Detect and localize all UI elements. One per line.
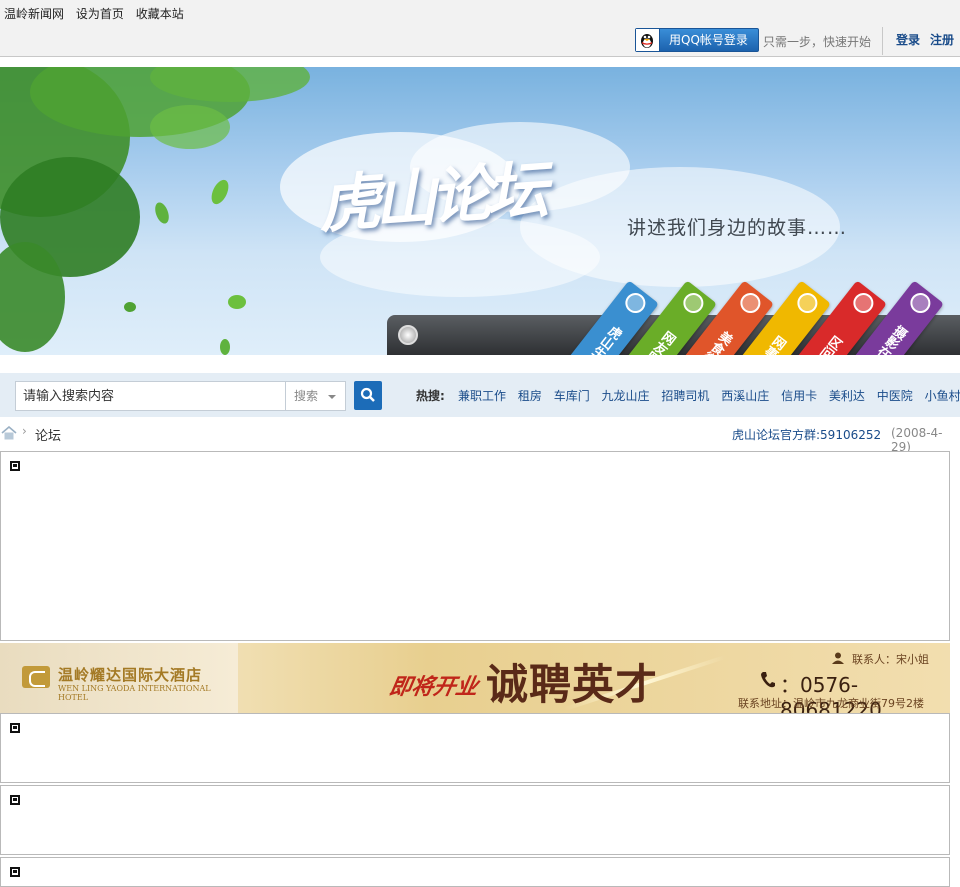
forum-banner: 虎山论坛 讲述我们身边的故事…… 虎山生活 网友圈 美食街 网事 区问 摄影在线 (0, 67, 960, 355)
group-date: (2008-4-29) (891, 426, 943, 454)
hot-search-item[interactable]: 招聘司机 (661, 389, 709, 403)
ad-contact: 联系人：宋小姐 (852, 653, 929, 666)
broken-image-icon (10, 723, 20, 733)
official-group-link[interactable]: 虎山论坛官方群:59106252 (732, 426, 881, 443)
ad-opening-soon: 即将开业 (387, 675, 480, 700)
breadcrumb-current: 论坛 (35, 429, 62, 444)
person-icon (832, 652, 844, 664)
no-sign-icon (736, 288, 765, 318)
link-set-homepage[interactable]: 设为首页 (76, 7, 124, 21)
hotel-name: 温岭耀达国际大酒店 (58, 666, 203, 684)
hotel-logo-icon (22, 666, 50, 688)
at-icon (849, 288, 878, 318)
top-bar: 温岭新闻网 设为首页 收藏本站 用QQ帐号登录 只需一步，快速开始 登录 注册 (0, 0, 960, 57)
login-link[interactable]: 登录 (896, 31, 920, 48)
hot-search-item[interactable]: 租房 (518, 389, 542, 403)
hot-search-item[interactable]: 中医院 (877, 389, 913, 403)
monitor-icon (621, 288, 650, 318)
top-links: 温岭新闻网 设为首页 收藏本站 (4, 5, 192, 22)
hot-search-item[interactable]: 小鱼村童装 (925, 389, 960, 403)
qq-penguin-icon (636, 29, 660, 51)
dock-knob-icon (398, 325, 418, 345)
breadcrumb-separator-icon: › (22, 424, 27, 438)
dollar-icon (793, 288, 822, 318)
hotel-logo-block: 温岭耀达国际大酒店 WEN LING YAODA INTERNATIONAL H… (0, 643, 238, 713)
hot-search-item[interactable]: 美利达 (829, 389, 865, 403)
search-row: 请输入搜索内容 搜索 热搜: 兼职工作 租房 车库门 九龙山庄 招聘司机 西溪山… (0, 373, 960, 417)
phone-icon (761, 672, 775, 688)
hot-search-label: 热搜: (416, 389, 445, 403)
broken-image-icon (10, 867, 20, 877)
link-bookmark[interactable]: 收藏本站 (136, 7, 184, 21)
ad-headline: 诚聘英才 (486, 660, 659, 709)
search-type-select[interactable]: 搜索 (286, 381, 346, 411)
register-link[interactable]: 注册 (930, 31, 954, 48)
search-button[interactable] (354, 381, 382, 410)
qq-login-label: 用QQ帐号登录 (669, 33, 748, 47)
search-icon (360, 387, 375, 402)
ad-slot-1 (0, 451, 950, 641)
hot-search-item[interactable]: 信用卡 (781, 389, 817, 403)
user-icon (679, 288, 708, 318)
ad-slot-2 (0, 713, 950, 783)
search-input[interactable]: 请输入搜索内容 (15, 381, 286, 411)
hot-search-list: 兼职工作 租房 车库门 九龙山庄 招聘司机 西溪山庄 信用卡 美利达 中医院 小… (458, 387, 960, 404)
divider (882, 27, 883, 55)
hotel-name-en: WEN LING YAODA INTERNATIONAL HOTEL (58, 684, 211, 702)
hot-search-item[interactable]: 兼职工作 (458, 389, 506, 403)
chevron-down-icon (328, 395, 336, 399)
home-icon[interactable] (1, 426, 17, 440)
ad-address: 联系地址：温岭市九龙商业街79号2楼 (738, 697, 924, 710)
hot-search-item[interactable]: 西溪山庄 (721, 389, 769, 403)
banner-title: 虎山论坛 (316, 153, 545, 242)
hot-search-item[interactable]: 九龙山庄 (602, 389, 650, 403)
broken-image-icon (10, 461, 20, 471)
link-news-site[interactable]: 温岭新闻网 (4, 7, 64, 21)
ad-slot-4 (0, 857, 950, 887)
banner-slogan: 讲述我们身边的故事…… (627, 217, 848, 239)
hot-search-item[interactable]: 车库门 (554, 389, 590, 403)
camera-icon (906, 288, 935, 318)
ad-slot-3 (0, 785, 950, 855)
qq-login-button[interactable]: 用QQ帐号登录 (635, 28, 759, 52)
qq-login-hint: 只需一步，快速开始 (763, 35, 872, 49)
breadcrumb: › 论坛 虎山论坛官方群:59106252 (2008-4-29) (0, 424, 960, 454)
hotel-recruitment-ad[interactable]: 温岭耀达国际大酒店 WEN LING YAODA INTERNATIONAL H… (0, 643, 950, 713)
broken-image-icon (10, 795, 20, 805)
